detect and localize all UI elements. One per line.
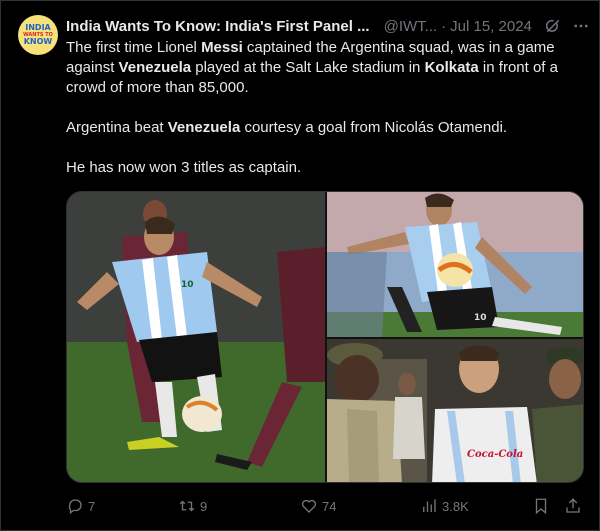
media-photo-1[interactable]: 10 [67,192,325,482]
tweet-text: The first time Lionel Messi captained th… [66,38,581,198]
avatar-text-line-1: INDIA [25,23,51,32]
grok-icon[interactable] [544,17,562,35]
reply-count: 7 [88,498,96,514]
media-photo-3[interactable]: Coca-Cola [327,339,583,482]
tweet-text-run: played at the Salt Lake stadium in [191,59,425,76]
tweet-text-run: The first time Lionel [66,39,202,56]
tweet-bold-term: Venezuela [118,59,192,76]
sponsor-logo-text: Coca-Cola [467,449,524,460]
views-button[interactable]: 3.8K [420,495,469,517]
shirt-number-right: 10 [474,313,487,323]
bookmark-icon [535,498,547,515]
like-button[interactable]: 74 [300,495,336,517]
share-button[interactable] [564,495,586,517]
author-handle[interactable]: @IWT... [384,18,438,35]
tweet-bold-term: Kolkata [424,59,479,76]
tweet-text-run: courtesy a goal from Nicolás Otamendi. [240,119,508,136]
more-icon[interactable] [572,17,590,35]
tweet-card[interactable]: INDIA WANTS TO KNOW India Wants To Know:… [0,0,600,531]
tweet-media-grid: 10 10 Coca-Cola [66,191,584,483]
separator-dot: · [441,17,447,35]
tweet-date[interactable]: Jul 15, 2024 [450,18,532,35]
tweet-bold-term: Messi [201,39,243,56]
media-photo-2[interactable]: 10 [327,192,583,337]
tweet-actions: 7 9 74 3.8K [66,495,586,517]
tweet-text-run: He has now won 3 titles as captain. [66,159,302,176]
tweet-paragraph-2: Argentina beat Venezuela courtesy a goal… [66,118,581,138]
tweet-paragraph-3: He has now won 3 titles as captain. [66,158,581,178]
repost-icon [179,500,195,512]
share-icon [566,498,580,513]
like-count: 74 [322,498,337,514]
author-avatar[interactable]: INDIA WANTS TO KNOW [18,15,58,55]
tweet-header: India Wants To Know: India's First Panel… [66,15,591,37]
views-count: 3.8K [442,498,469,514]
reply-icon [68,499,82,515]
author-name[interactable]: India Wants To Know: India's First Panel… [66,18,370,35]
bookmark-button[interactable] [532,495,554,517]
like-icon [301,499,317,513]
avatar-text-line-3: KNOW [23,37,53,46]
tweet-paragraph-1: The first time Lionel Messi captained th… [66,38,581,98]
repost-count: 9 [200,498,208,514]
reply-button[interactable]: 7 [66,495,95,517]
tweet-text-run: Argentina beat [66,119,168,136]
shirt-number-left: 10 [181,280,194,290]
tweet-bold-term: Venezuela [167,119,241,136]
repost-button[interactable]: 9 [178,495,207,517]
views-icon [423,499,436,512]
